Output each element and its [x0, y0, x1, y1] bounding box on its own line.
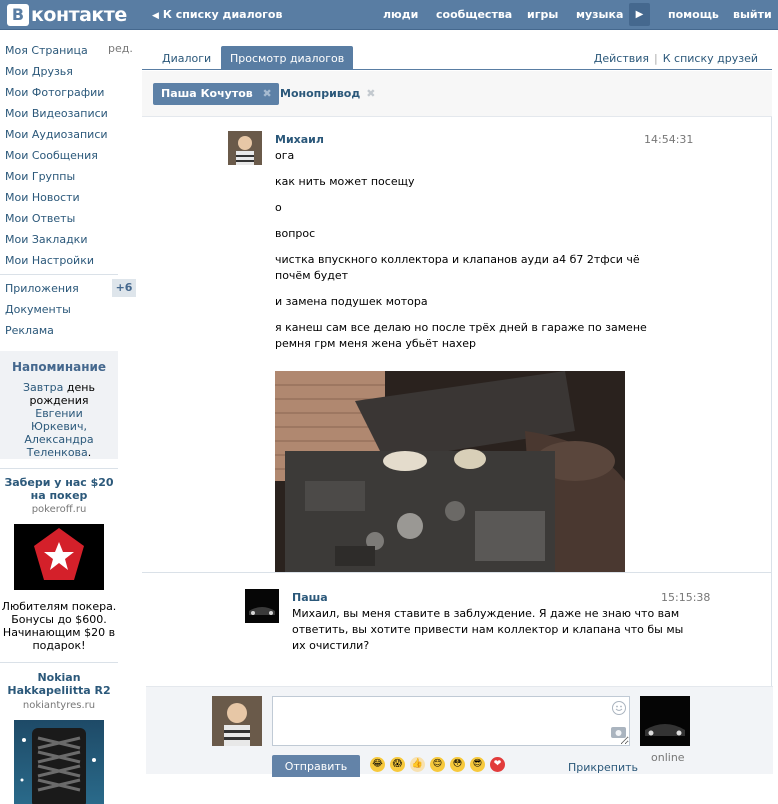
avatar[interactable] [245, 589, 279, 623]
filter-chip-monoprivod[interactable]: Монопривод ✖ [280, 87, 375, 100]
sidebar-item-answers[interactable]: Мои Ответы [5, 210, 75, 228]
nav-people[interactable]: люди [383, 8, 418, 21]
ad-title-poker[interactable]: Забери у нас $20 на покер [0, 476, 118, 502]
play-icon[interactable]: ▶ [629, 3, 650, 26]
attach-link[interactable]: Прикрепить [568, 761, 638, 774]
content-border [771, 117, 772, 715]
tab-actions-group: Действия | К списку друзей [594, 52, 758, 65]
message-text-line: как нить может посещу [275, 175, 415, 188]
attached-photo[interactable] [275, 371, 625, 572]
sidebar-item-audio[interactable]: Мои Аудиозаписи [5, 126, 108, 144]
apps-count-badge[interactable]: +6 [112, 279, 136, 297]
ad-title-nokian[interactable]: Nokian Hakkapeliitta R2 [0, 671, 118, 697]
sidebar-item-my-page[interactable]: Моя Страница [5, 42, 88, 60]
sidebar-item-friends[interactable]: Мои Друзья [5, 63, 73, 81]
sidebar-item-videos[interactable]: Мои Видеозаписи [5, 105, 108, 123]
actions-link[interactable]: Действия [594, 52, 649, 65]
back-to-dialogs-label: К списку диалогов [162, 8, 283, 21]
participant-filters: Паша Кочутов ✖ Монопривод ✖ [142, 71, 772, 117]
filter-chip-label: Монопривод [280, 87, 361, 100]
sidebar-item-bookmarks[interactable]: Мои Закладки [5, 231, 87, 249]
message-text-line: Михаил, вы меня ставите в заблуждение. Я… [292, 607, 680, 620]
message-text-line: и замена подушек мотора [275, 295, 428, 308]
friends-list-link[interactable]: К списку друзей [663, 52, 758, 65]
nav-games[interactable]: игры [527, 8, 558, 21]
ad-divider-2 [0, 662, 118, 663]
ad-divider [0, 468, 118, 469]
message-time: 14:54:31 [644, 133, 694, 146]
blush-emoji-icon[interactable]: 😳 [450, 757, 465, 772]
page-scrollbar[interactable] [773, 30, 778, 774]
ad-domain-nokian: nokiantyres.ru [22, 700, 96, 711]
message-time: 15:15:38 [661, 591, 711, 604]
message-text-line: вопрос [275, 227, 316, 240]
message-input[interactable] [272, 696, 630, 746]
logo-text: контакте [31, 4, 127, 26]
ad-image-poker[interactable] [14, 524, 104, 590]
sidebar-item-photos[interactable]: Мои Фотографии [5, 84, 104, 102]
heart-emoji-icon[interactable]: ❤ [490, 757, 505, 772]
camera-icon[interactable] [611, 727, 626, 738]
message-divider [142, 572, 772, 573]
laugh-emoji-icon[interactable]: 😂 [370, 757, 385, 772]
edit-menu-link[interactable]: ред. [108, 42, 133, 55]
tab-bar: Диалоги Просмотр диалогов Действия | К спи… [142, 30, 772, 70]
reminder-title: Напоминание [11, 360, 107, 374]
sidebar-item-news[interactable]: Мои Новости [5, 189, 80, 207]
nav-communities[interactable]: сообщества [436, 8, 512, 21]
top-bar: В контакте ◀ К списку диалогов люди сообщ… [0, 0, 778, 30]
my-avatar[interactable] [212, 696, 262, 746]
smile-emoji-icon[interactable]: 😊 [430, 757, 445, 772]
separator: | [654, 52, 658, 65]
message-text-line: ответить, вы хотите привести нам коллект… [292, 623, 684, 636]
smile-icon[interactable] [612, 701, 626, 715]
ad-domain-poker: pokeroff.ru [31, 504, 87, 515]
reminder-dot: . [87, 446, 92, 459]
tab-dialogs[interactable]: Диалоги [162, 52, 211, 65]
sidebar-item-documents[interactable]: Документы [5, 301, 71, 319]
reminder-text: Завтра день рождения Евгении Юркевич, Ал… [0, 381, 118, 459]
filter-chip-label: Паша Кочутов [161, 87, 253, 100]
partner-avatar[interactable] [640, 696, 690, 746]
nav-help[interactable]: помощь [668, 8, 719, 21]
tab-view-dialogs[interactable]: Просмотр диалогов [221, 46, 354, 70]
close-icon[interactable]: ✖ [263, 87, 272, 100]
message-text-line: ога [275, 149, 295, 162]
message-text-line: их очистили? [292, 639, 370, 652]
message-text-line: почём будет [275, 269, 349, 282]
filter-chip-pasha[interactable]: Паша Кочутов ✖ [153, 83, 279, 105]
message-author[interactable]: Михаил [275, 133, 324, 146]
sidebar-item-ads[interactable]: Реклама [5, 322, 54, 340]
sidebar-item-settings[interactable]: Мои Настройки [5, 252, 94, 270]
chevron-left-icon: ◀ [152, 11, 159, 21]
scream-emoji-icon[interactable]: 😱 [390, 757, 405, 772]
reminder-people-link[interactable]: Евгении Юркевич, Александра Теленкова [24, 407, 93, 459]
sidebar-divider [0, 274, 118, 275]
nav-logout[interactable]: выйти [733, 8, 772, 21]
nav-music[interactable]: музыка [576, 8, 623, 21]
avatar[interactable] [228, 131, 262, 165]
sidebar-item-groups[interactable]: Мои Группы [5, 168, 75, 186]
message-text-line: я канеш сам все делаю но после трёх дней… [275, 321, 647, 334]
message-text-line: ремня грм меня жена убьёт нахер [275, 337, 477, 350]
reminder-day-link[interactable]: Завтра [23, 381, 63, 394]
sunglasses-emoji-icon[interactable]: 😎 [470, 757, 485, 772]
message-text-line: о [275, 201, 282, 214]
ad-text-poker: Любителям покера. Бонусы до $600. Начина… [1, 600, 117, 652]
logo-letter: В [7, 4, 29, 26]
left-sidebar: Моя Страница ред. Мои Друзья Мои Фотогра… [0, 30, 140, 804]
back-to-dialogs-link[interactable]: ◀ К списку диалогов [152, 8, 282, 21]
vk-logo[interactable]: В контакте [7, 4, 127, 26]
message-composer: online Отправить 😂 😱 👍 😊 😳 😎 ❤ Прикрепит… [146, 686, 776, 777]
message-text-line: чистка впускного коллектора и клапанов а… [275, 253, 640, 266]
birthday-reminder: Напоминание Завтра день рождения Евгении… [0, 351, 118, 459]
close-icon[interactable]: ✖ [366, 87, 375, 100]
ad-image-tyre[interactable] [14, 720, 104, 804]
online-status: online [651, 751, 685, 764]
sidebar-item-messages[interactable]: Мои Сообщения [5, 147, 98, 165]
main-content: Диалоги Просмотр диалогов Действия | К спи… [142, 30, 776, 777]
sidebar-item-apps[interactable]: Приложения [5, 280, 79, 298]
thumbs-up-emoji-icon[interactable]: 👍 [410, 757, 425, 772]
message-author[interactable]: Паша [292, 591, 328, 604]
